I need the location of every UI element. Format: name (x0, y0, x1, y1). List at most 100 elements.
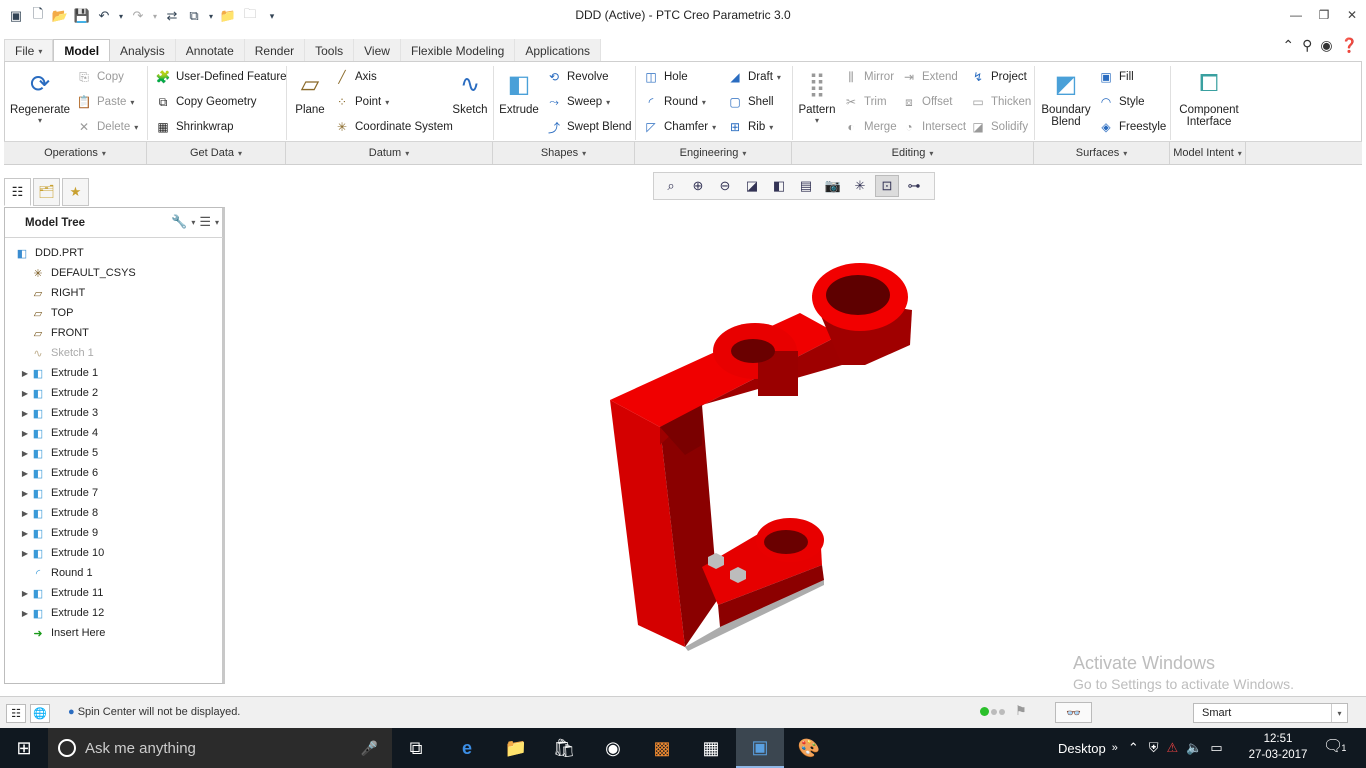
project-button[interactable]: ↯ Project (970, 69, 1027, 85)
tree-item[interactable]: ✳ DEFAULT_CSYS (19, 263, 135, 283)
find-binoculars-icon[interactable]: 👓 (1055, 702, 1092, 723)
browser-toggle-icon[interactable]: 🌐 (30, 704, 50, 723)
draft-button[interactable]: ◢ Draft ▾ (727, 69, 781, 85)
settings-dropdown-icon[interactable]: ▾ (191, 218, 195, 227)
axis-button[interactable]: ╱ Axis (334, 69, 376, 85)
show-icon[interactable]: ☰ (199, 214, 211, 230)
chamfer-button[interactable]: ◸ Chamfer ▾ (643, 119, 716, 135)
mirror-button[interactable]: ⫼ Mirror (843, 69, 894, 85)
tree-item[interactable]: ▶ ◧ Extrude 6 (19, 463, 98, 483)
desktop-toolbar-label[interactable]: Desktop (1058, 741, 1106, 756)
tree-item[interactable]: ▶ ◧ Extrude 1 (19, 363, 98, 383)
calculator-icon[interactable]: ▦ (687, 728, 735, 768)
tab-annotate[interactable]: Annotate (175, 39, 245, 62)
display-style-icon[interactable]: ◧ (767, 175, 791, 197)
copy-geometry-button[interactable]: ⧉ Copy Geometry (155, 94, 257, 110)
tab-tools[interactable]: Tools (305, 39, 355, 62)
windows-start-icon[interactable]: ⊞ (0, 728, 48, 768)
swept-blend-button[interactable]: ⤴ Swept Blend (546, 119, 632, 135)
system-clock[interactable]: 12:51 27-03-2017 (1248, 731, 1308, 763)
saved-orientations-icon[interactable]: ▤ (794, 175, 818, 197)
navigator-toggle-icon[interactable]: ☷ (6, 704, 26, 723)
thicken-button[interactable]: ▭ Thicken (970, 94, 1031, 110)
minimize-icon[interactable]: — (1282, 0, 1310, 30)
regenerate-button[interactable]: ⟳ Regenerate ▾ (10, 68, 70, 126)
tree-item[interactable]: ▶ ◧ Extrude 12 (19, 603, 104, 623)
hole-button[interactable]: ◫ Hole (643, 69, 687, 85)
plane-button[interactable]: ▱ Plane (292, 68, 328, 117)
store-icon[interactable]: 🛍 (540, 728, 588, 768)
tree-item[interactable]: ➜ Insert Here (19, 623, 105, 643)
chrome-icon[interactable]: ◉ (589, 728, 637, 768)
expand-arrow-icon[interactable]: ▶ (19, 369, 31, 378)
expand-arrow-icon[interactable]: ▶ (19, 409, 31, 418)
round-button[interactable]: ◜ Round ▾ (643, 94, 706, 110)
boundary-blend-button[interactable]: ◩ Boundary Blend (1038, 68, 1094, 129)
tree-item[interactable]: ∿ Sketch 1 (19, 343, 93, 363)
offset-button[interactable]: ⧈ Offset (901, 94, 952, 110)
freestyle-button[interactable]: ◈ Freestyle (1098, 119, 1166, 135)
tab-file[interactable]: File ▾ (4, 39, 54, 62)
show-dropdown-icon[interactable]: ▾ (215, 218, 219, 227)
paint-app-icon[interactable]: 🎨 (785, 728, 833, 768)
photo-app-icon[interactable]: ▩ (638, 728, 686, 768)
sketch-button[interactable]: ∿ Sketch (450, 68, 490, 117)
pattern-button[interactable]: ⣿ Pattern ▾ (797, 68, 837, 126)
regenerate-dropdown-icon[interactable]: ▾ (38, 116, 42, 125)
tree-item[interactable]: ▱ TOP (19, 303, 74, 323)
merge-button[interactable]: ◐ Merge (843, 119, 896, 135)
expand-arrow-icon[interactable]: ▶ (19, 609, 31, 618)
pattern-dropdown-icon[interactable]: ▾ (815, 116, 819, 125)
group-shapes[interactable]: Shapes ▾ (493, 142, 635, 164)
tree-item[interactable]: ◧ DDD.PRT (13, 243, 84, 263)
group-engineering[interactable]: Engineering ▾ (635, 142, 792, 164)
repaint-icon[interactable]: ◪ (740, 175, 764, 197)
show-hidden-icons-icon[interactable]: ⌃ (1128, 740, 1139, 756)
tree-item[interactable]: ▶ ◧ Extrude 10 (19, 543, 104, 563)
user-defined-feature-button[interactable]: 🧩 User-Defined Feature (155, 69, 287, 85)
delete-button[interactable]: ✕ Delete ▾ (76, 119, 138, 135)
community-icon[interactable]: ◉ (1320, 37, 1332, 54)
security-icon[interactable]: ⛨ (1149, 740, 1159, 756)
expand-arrow-icon[interactable]: ▶ (19, 449, 31, 458)
network-icon[interactable]: ⚠ (1167, 740, 1179, 756)
file-explorer-icon[interactable]: 📁 (492, 728, 540, 768)
help-icon[interactable]: ❓ (1341, 37, 1358, 54)
annotation-display-icon[interactable]: ⊡ (875, 175, 899, 197)
solidify-button[interactable]: ◪ Solidify (970, 119, 1028, 135)
tree-item[interactable]: ◜ Round 1 (19, 563, 93, 583)
view-manager-icon[interactable]: 📷 (821, 175, 845, 197)
intersect-button[interactable]: ◔ Intersect (901, 119, 966, 135)
fill-button[interactable]: ▣ Fill (1098, 69, 1133, 85)
tab-analysis[interactable]: Analysis (110, 39, 176, 62)
tab-flexible-modeling[interactable]: Flexible Modeling (400, 39, 516, 62)
tree-item[interactable]: ▶ ◧ Extrude 11 (19, 583, 103, 603)
tree-item[interactable]: ▶ ◧ Extrude 8 (19, 503, 98, 523)
spin-center-icon[interactable]: ⊶ (902, 175, 926, 197)
trim-button[interactable]: ✂ Trim (843, 94, 887, 110)
tree-item[interactable]: ▶ ◧ Extrude 3 (19, 403, 98, 423)
toolbar-expand-icon[interactable]: » (1112, 742, 1118, 754)
group-surfaces[interactable]: Surfaces ▾ (1034, 142, 1170, 164)
expand-arrow-icon[interactable]: ▶ (19, 429, 31, 438)
restore-icon[interactable]: ❐ (1310, 0, 1338, 30)
shrinkwrap-button[interactable]: ▦ Shrinkwrap (155, 119, 233, 135)
group-operations[interactable]: Operations ▾ (4, 142, 147, 164)
edge-browser-icon[interactable]: e (443, 728, 491, 768)
model-tree-tab-icon[interactable]: ☷ (4, 178, 31, 206)
tree-item[interactable]: ▶ ◧ Extrude 4 (19, 423, 98, 443)
close-icon[interactable]: ✕ (1338, 0, 1366, 30)
expand-arrow-icon[interactable]: ▶ (19, 389, 31, 398)
expand-arrow-icon[interactable]: ▶ (19, 529, 31, 538)
group-editing[interactable]: Editing ▾ (792, 142, 1034, 164)
tree-item[interactable]: ▶ ◧ Extrude 7 (19, 483, 98, 503)
zoom-out-icon[interactable]: ⊖ (713, 175, 737, 197)
settings-icon[interactable]: 🔧 (171, 214, 187, 230)
tab-model[interactable]: Model (53, 39, 111, 62)
microphone-icon[interactable]: 🎤 (361, 740, 378, 757)
volume-icon[interactable]: 🔈 (1186, 740, 1202, 756)
style-button[interactable]: ◠ Style (1098, 94, 1145, 110)
group-get-data[interactable]: Get Data ▾ (147, 142, 286, 164)
paste-button[interactable]: 📋 Paste ▾ (76, 94, 135, 110)
rib-button[interactable]: ⊞ Rib ▾ (727, 119, 773, 135)
